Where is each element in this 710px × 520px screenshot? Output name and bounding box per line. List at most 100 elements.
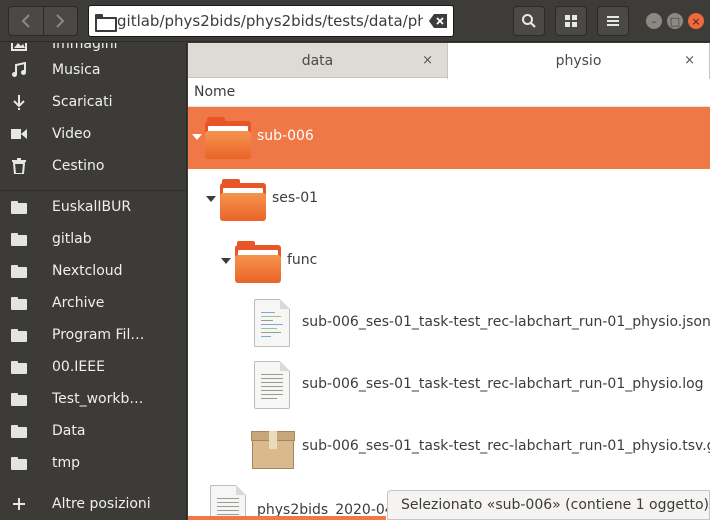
header-bar: gitlab/phys2bids/phys2bids/tests/data/ph… bbox=[0, 0, 710, 42]
folder-icon bbox=[220, 179, 266, 221]
sidebar-item-label: Altre posizioni bbox=[52, 496, 151, 512]
sidebar-item-video[interactable]: Video bbox=[0, 120, 186, 148]
plus-icon bbox=[11, 496, 27, 512]
folder-icon bbox=[235, 241, 281, 283]
file-name: sub-006_ses-01_task-test_rec-labchart_ru… bbox=[302, 376, 704, 392]
file-row-ses-01[interactable]: ses-01 bbox=[188, 169, 710, 231]
sidebar-item-musica[interactable]: Musica bbox=[0, 56, 186, 84]
sidebar: Immagini Musica Scaricati Video Cestino … bbox=[0, 43, 187, 520]
file-name: func bbox=[287, 252, 318, 268]
folder-icon bbox=[95, 14, 117, 32]
sidebar-item-label: Data bbox=[52, 423, 86, 439]
sidebar-item-label: Program Fil… bbox=[52, 327, 145, 343]
sidebar-item-label: Scaricati bbox=[52, 94, 113, 110]
download-icon bbox=[11, 94, 27, 110]
sidebar-item-archive[interactable]: Archive bbox=[0, 289, 186, 317]
sidebar-item-other-locations[interactable]: Altre posizioni bbox=[0, 490, 186, 518]
location-path[interactable]: gitlab/phys2bids/phys2bids/tests/data/ph… bbox=[117, 12, 423, 30]
folder-icon bbox=[11, 391, 27, 407]
hamburger-menu-icon bbox=[607, 16, 619, 26]
file-name: sub-006 bbox=[257, 128, 314, 144]
column-header-label: Nome bbox=[194, 84, 236, 100]
tab-close-icon[interactable]: × bbox=[684, 53, 695, 68]
tab-close-icon[interactable]: × bbox=[422, 53, 433, 68]
folder-icon bbox=[11, 263, 27, 279]
sidebar-item-label: gitlab bbox=[52, 231, 92, 247]
tab-physio[interactable]: physio × bbox=[447, 43, 710, 79]
sidebar-item-label: Musica bbox=[52, 62, 101, 78]
sidebar-item-label: Test_workb… bbox=[52, 391, 144, 407]
archive-file-icon bbox=[251, 431, 295, 469]
folder-icon bbox=[11, 359, 27, 375]
folder-icon bbox=[11, 295, 27, 311]
image-icon bbox=[11, 43, 27, 52]
menu-button[interactable] bbox=[597, 6, 629, 36]
file-view: data × physio × Nome sub-006 ses-01 func bbox=[188, 43, 710, 520]
video-icon bbox=[11, 126, 27, 142]
sidebar-item-label: EuskalIBUR bbox=[52, 199, 132, 215]
minimize-button[interactable]: – bbox=[646, 13, 662, 29]
folder-icon bbox=[11, 423, 27, 439]
clear-location-icon[interactable] bbox=[429, 14, 447, 28]
sidebar-item-label: 00.IEEE bbox=[52, 359, 105, 375]
folder-icon bbox=[11, 455, 27, 471]
status-text: Selezionato «sub-006» (contiene 1 oggett… bbox=[401, 497, 710, 513]
navigation-buttons bbox=[8, 6, 78, 36]
sidebar-divider bbox=[0, 190, 186, 191]
expander-icon[interactable] bbox=[221, 258, 231, 264]
forward-button[interactable] bbox=[42, 7, 78, 35]
text-file-icon bbox=[210, 485, 246, 520]
search-button[interactable] bbox=[513, 6, 545, 36]
sidebar-item-label: Archive bbox=[52, 295, 105, 311]
location-bar[interactable]: gitlab/phys2bids/phys2bids/tests/data/ph… bbox=[88, 5, 454, 37]
back-button[interactable] bbox=[9, 7, 43, 35]
folder-icon bbox=[11, 327, 27, 343]
music-icon bbox=[11, 62, 27, 78]
maximize-button[interactable]: □ bbox=[667, 13, 683, 29]
horizontal-scroll-indicator[interactable] bbox=[188, 516, 386, 520]
file-row-log[interactable]: sub-006_ses-01_task-test_rec-labchart_ru… bbox=[188, 355, 710, 417]
file-row-tsv-gz[interactable]: sub-006_ses-01_task-test_rec-labchart_ru… bbox=[188, 417, 710, 479]
folder-icon bbox=[11, 231, 27, 247]
file-name: ses-01 bbox=[272, 190, 319, 206]
tab-data[interactable]: data × bbox=[188, 43, 447, 78]
tab-label: physio bbox=[555, 53, 602, 69]
sidebar-item-test-workbench[interactable]: Test_workb… bbox=[0, 385, 186, 413]
folder-icon bbox=[11, 199, 27, 215]
tab-label: data bbox=[301, 52, 334, 69]
status-bar: Selezionato «sub-006» (contiene 1 oggett… bbox=[387, 490, 710, 520]
chevron-right-icon bbox=[56, 14, 65, 28]
file-name: sub-006_ses-01_task-test_rec-labchart_ru… bbox=[302, 438, 710, 454]
close-button[interactable]: × bbox=[688, 13, 704, 29]
search-icon bbox=[522, 14, 536, 28]
json-file-icon bbox=[254, 299, 290, 347]
folder-icon bbox=[205, 117, 251, 159]
sidebar-item-euskalibur[interactable]: EuskalIBUR bbox=[0, 193, 186, 221]
expander-icon[interactable] bbox=[206, 196, 216, 202]
text-file-icon bbox=[254, 361, 290, 409]
chevron-left-icon bbox=[21, 14, 30, 28]
sidebar-item-data[interactable]: Data bbox=[0, 417, 186, 445]
file-row-json[interactable]: sub-006_ses-01_task-test_rec-labchart_ru… bbox=[188, 293, 710, 355]
sidebar-item-label: tmp bbox=[52, 455, 81, 471]
file-row-func[interactable]: func bbox=[188, 231, 710, 293]
sidebar-item-tmp[interactable]: tmp bbox=[0, 449, 186, 477]
trash-icon bbox=[11, 158, 27, 174]
file-row-sub-006[interactable]: sub-006 bbox=[188, 107, 710, 169]
sidebar-item-program-files[interactable]: Program Fil… bbox=[0, 321, 186, 349]
expander-icon[interactable] bbox=[192, 134, 202, 140]
tab-bar: data × physio × bbox=[188, 43, 710, 79]
sidebar-item-gitlab[interactable]: gitlab bbox=[0, 225, 186, 253]
sidebar-item-label: Nextcloud bbox=[52, 263, 123, 279]
file-name: sub-006_ses-01_task-test_rec-labchart_ru… bbox=[302, 314, 710, 330]
sidebar-item-label: Cestino bbox=[52, 158, 105, 174]
grid-icon bbox=[565, 15, 577, 27]
sidebar-item-label: Immagini bbox=[52, 43, 118, 52]
sidebar-item-ieee[interactable]: 00.IEEE bbox=[0, 353, 186, 381]
sidebar-item-label: Video bbox=[52, 126, 92, 142]
sidebar-item-nextcloud[interactable]: Nextcloud bbox=[0, 257, 186, 285]
sidebar-item-scaricati[interactable]: Scaricati bbox=[0, 88, 186, 116]
sidebar-item-cestino[interactable]: Cestino bbox=[0, 152, 186, 180]
column-header-name[interactable]: Nome bbox=[188, 79, 710, 107]
view-toggle-button[interactable] bbox=[555, 6, 587, 36]
